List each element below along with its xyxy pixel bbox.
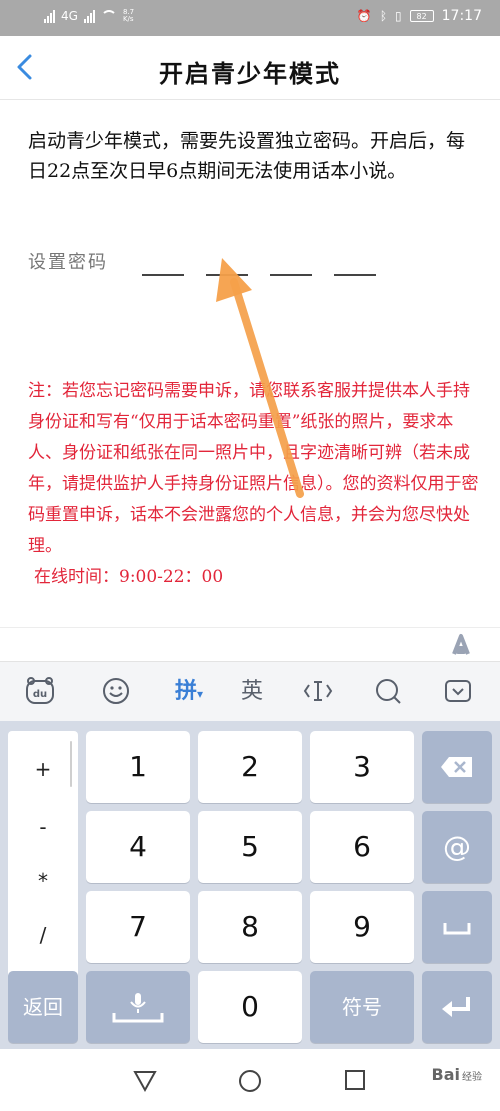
battery-icon: 82 (409, 10, 434, 22)
key-4[interactable]: 4 (86, 811, 190, 883)
space-key[interactable] (422, 891, 492, 963)
watermark: Bai 经验 (432, 1065, 482, 1084)
symbol-column[interactable]: + - * / (8, 731, 78, 979)
key-6[interactable]: 6 (310, 811, 414, 883)
password-slot-4[interactable] (334, 274, 376, 276)
bear-icon: du (26, 677, 54, 704)
pinyin-label: 拼 (174, 679, 197, 704)
status-bar: 4G 8.7 K/s ⏰ ᛒ ▯ 82 17:17 (0, 0, 500, 36)
emoji-icon[interactable] (98, 676, 134, 708)
hide-keyboard-icon[interactable] (440, 676, 476, 708)
svg-text:du: du (33, 689, 47, 700)
system-nav-bar: Bai 经验 (0, 1049, 500, 1111)
key-9[interactable]: 9 (310, 891, 414, 963)
symbol-key[interactable]: 符号 (310, 971, 414, 1043)
search-icon[interactable] (370, 676, 406, 708)
key-2[interactable]: 2 (198, 731, 302, 803)
network-speed: 8.7 K/s (123, 9, 134, 23)
key-5[interactable]: 5 (198, 811, 302, 883)
backspace-button[interactable] (422, 731, 492, 803)
dropdown-icon: ▾ (196, 687, 204, 701)
wifi-icon (100, 10, 117, 22)
enter-icon (442, 997, 470, 1017)
symbol-key-multiply[interactable]: * (8, 869, 78, 893)
du-logo-icon[interactable]: du (22, 676, 58, 708)
keyboard-toolbar: du 拼▾ 英 (0, 661, 500, 721)
back-triangle-icon[interactable] (132, 1069, 158, 1093)
space-icon (443, 923, 471, 935)
smiley-icon (103, 678, 129, 704)
signal-icon-2 (83, 9, 95, 23)
numeric-keyboard: + - * / 1 2 3 4 5 6 @ 7 8 9 返回 0 符号 (0, 721, 500, 1049)
key-7[interactable]: 7 (86, 891, 190, 963)
key-0[interactable]: 0 (198, 971, 302, 1043)
online-time: 在线时间：9:00-22：00 (34, 567, 224, 587)
key-1[interactable]: 1 (86, 731, 190, 803)
english-mode-button[interactable]: 英 (234, 676, 270, 708)
keyboard-top-strip (0, 627, 500, 661)
signal-icon (44, 9, 55, 23)
mode-description: 启动青少年模式，需要先设置独立密码。开启后，每日22点至次日早6点期间无法使用话… (28, 130, 466, 182)
pinyin-mode-button[interactable]: 拼▾ (166, 676, 212, 708)
password-row[interactable]: 设置密码 (28, 244, 488, 284)
key-8[interactable]: 8 (198, 891, 302, 963)
keyboard-hint-icon[interactable] (448, 632, 474, 658)
clock: 17:17 (441, 8, 482, 24)
english-label: 英 (240, 679, 263, 704)
cursor-icon[interactable] (300, 676, 336, 708)
voice-input-key[interactable] (86, 971, 190, 1043)
collapse-icon (445, 680, 471, 702)
magnifier-icon (376, 679, 401, 704)
alarm-icon: ⏰ (356, 9, 372, 23)
note-text: 注：若您忘记密码需要申诉，请您联系客服并提供本人手持身份证和写有“仅用于话本密码… (28, 381, 479, 556)
watermark-suffix: 经验 (462, 1072, 482, 1083)
page-title: 开启青少年模式 (159, 60, 341, 88)
text-cursor-icon (303, 681, 333, 701)
back-key[interactable]: 返回 (8, 971, 78, 1043)
home-circle-icon[interactable] (238, 1069, 262, 1093)
speed-unit: K/s (122, 15, 134, 23)
microphone-icon (112, 993, 164, 1023)
backspace-icon (441, 757, 472, 777)
app-header: 开启青少年模式 (0, 36, 500, 100)
enter-key[interactable] (422, 971, 492, 1043)
password-slot-1[interactable] (142, 274, 184, 276)
forgot-password-note: 注：若您忘记密码需要申诉，请您联系客服并提供本人手持身份证和写有“仅用于话本密码… (28, 376, 480, 593)
at-key[interactable]: @ (422, 811, 492, 883)
bluetooth-icon: ᛒ (379, 9, 388, 23)
symbol-key-slash[interactable]: / (8, 923, 78, 947)
battery-level: 82 (416, 11, 427, 21)
password-label: 设置密码 (28, 252, 108, 273)
recents-square-icon[interactable] (344, 1069, 366, 1091)
watermark-text: Bai (431, 1065, 460, 1084)
a-icon (452, 634, 470, 655)
password-slot-3[interactable] (270, 274, 312, 276)
password-slot-2[interactable] (206, 274, 248, 276)
status-right: ⏰ ᛒ ▯ 82 17:17 (357, 8, 482, 24)
symbol-key-minus[interactable]: - (8, 815, 78, 839)
symbol-key-plus[interactable]: + (8, 757, 78, 781)
network-type: 4G (61, 9, 78, 23)
vibrate-icon: ▯ (395, 9, 402, 23)
key-3[interactable]: 3 (310, 731, 414, 803)
status-left: 4G 8.7 K/s (44, 9, 134, 23)
